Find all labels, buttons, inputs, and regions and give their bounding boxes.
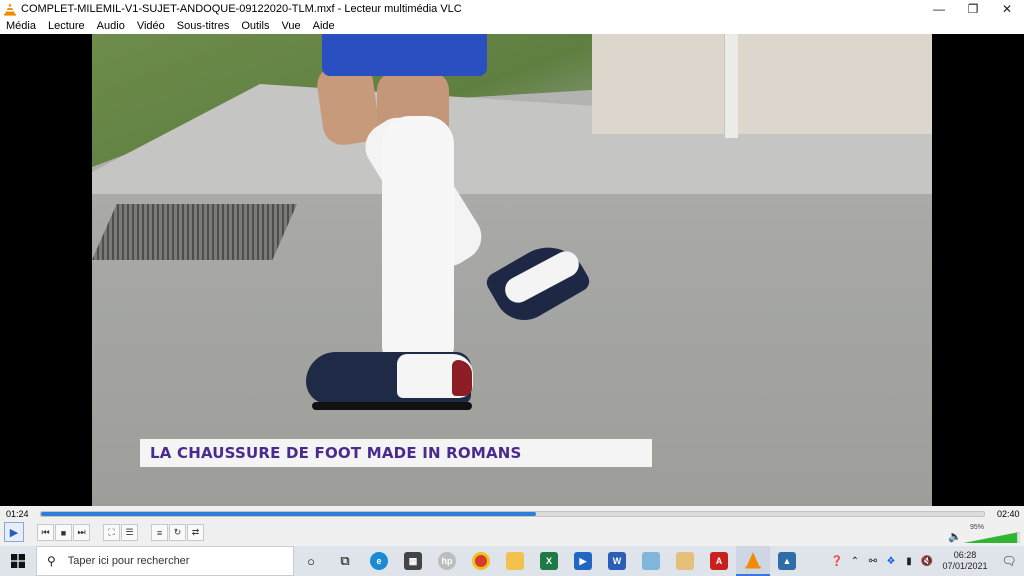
volume-percent: 95% bbox=[970, 524, 985, 531]
building-wall bbox=[592, 34, 932, 134]
seek-bar[interactable] bbox=[40, 511, 985, 517]
menu-audio[interactable]: Audio bbox=[91, 20, 131, 32]
player-controls: 01:24 02:40 ▶ ⏮ ■ ⏭ ⛶ ☰ ≡ ↻ ⇄ 🔈 95% bbox=[0, 506, 1024, 546]
menu-video[interactable]: Vidéo bbox=[131, 20, 171, 32]
shuffle-icon[interactable]: ⇄ bbox=[187, 524, 204, 541]
restore-icon[interactable]: ❐ bbox=[956, 0, 990, 17]
chevron-up-icon[interactable]: ⌃ bbox=[846, 556, 864, 567]
boot-sole bbox=[312, 402, 472, 410]
elapsed-time: 01:24 bbox=[6, 509, 29, 519]
acrobat-icon[interactable]: A bbox=[702, 546, 736, 576]
volume-slider[interactable] bbox=[964, 532, 1020, 543]
previous-icon[interactable]: ⏮ bbox=[37, 524, 54, 541]
windows-start-icon[interactable] bbox=[0, 546, 36, 576]
blue-shorts bbox=[322, 34, 487, 76]
menu-vue[interactable]: Vue bbox=[275, 20, 306, 32]
clock-date: 07/01/2021 bbox=[942, 561, 988, 571]
total-time: 02:40 bbox=[997, 509, 1020, 519]
hp-icon[interactable]: hp bbox=[430, 546, 464, 576]
play-icon[interactable]: ▶ bbox=[4, 522, 24, 542]
drain-grate bbox=[92, 204, 297, 260]
menu-sous-titres[interactable]: Sous-titres bbox=[171, 20, 236, 32]
help-icon[interactable]: ❓ bbox=[828, 556, 846, 567]
menu-outils[interactable]: Outils bbox=[235, 20, 275, 32]
vlc-taskbar-icon[interactable] bbox=[736, 546, 770, 576]
edge-icon[interactable]: e bbox=[362, 546, 396, 576]
cortana-icon[interactable]: ○ bbox=[294, 546, 328, 576]
menu-media[interactable]: Média bbox=[0, 20, 42, 32]
system-tray: ❓ ⌃ ⚯ ❖ ▮ 🔇 06:28 07/01/2021 🗨 bbox=[828, 546, 1024, 576]
caption-text: LA CHAUSSURE DE FOOT MADE IN ROMANS bbox=[150, 444, 522, 462]
next-icon[interactable]: ⏭ bbox=[73, 524, 90, 541]
vlc-cone-icon bbox=[4, 2, 16, 16]
window-title: COMPLET-MILEMIL-V1-SUJET-ANDOQUE-0912202… bbox=[21, 2, 462, 15]
title-bar: COMPLET-MILEMIL-V1-SUJET-ANDOQUE-0912202… bbox=[0, 0, 1024, 17]
store-icon[interactable]: ▦ bbox=[396, 546, 430, 576]
control-buttons: ▶ ⏮ ■ ⏭ ⛶ ☰ ≡ ↻ ⇄ 🔈 95% bbox=[0, 522, 1024, 544]
notification-icon[interactable]: 🗨 bbox=[994, 554, 1024, 568]
paint-icon[interactable] bbox=[668, 546, 702, 576]
close-icon[interactable]: ✕ bbox=[990, 0, 1024, 17]
taskbar-search-box[interactable]: ⚲ Taper ici pour rechercher bbox=[36, 546, 294, 576]
search-placeholder: Taper ici pour rechercher bbox=[67, 555, 190, 567]
taskbar-clock[interactable]: 06:28 07/01/2021 bbox=[936, 550, 994, 572]
video-frame bbox=[92, 34, 932, 506]
taskbar: ⚲ Taper ici pour rechercher ○ ⧉ e ▦ hp X… bbox=[0, 546, 1024, 576]
dropbox-icon[interactable]: ❖ bbox=[882, 556, 900, 567]
menu-lecture[interactable]: Lecture bbox=[42, 20, 91, 32]
chrome-icon[interactable] bbox=[464, 546, 498, 576]
photos-icon[interactable]: ▲ bbox=[770, 546, 804, 576]
seek-bar-fill bbox=[41, 512, 537, 516]
search-icon: ⚲ bbox=[47, 554, 56, 568]
volume-tray-icon[interactable]: 🔇 bbox=[918, 556, 936, 567]
stop-icon[interactable]: ■ bbox=[55, 524, 72, 541]
extended-settings-icon[interactable]: ☰ bbox=[121, 524, 138, 541]
battery-icon[interactable]: ▮ bbox=[900, 556, 918, 567]
minimize-icon[interactable]: — bbox=[922, 0, 956, 17]
wifi-icon[interactable]: ⚯ bbox=[864, 556, 882, 567]
excel-icon[interactable]: X bbox=[532, 546, 566, 576]
app-icon[interactable] bbox=[634, 546, 668, 576]
drain-pipe bbox=[724, 34, 738, 138]
media-player-icon[interactable]: ▶ bbox=[566, 546, 600, 576]
speaker-icon[interactable]: 🔈 bbox=[948, 530, 962, 543]
clock-time: 06:28 bbox=[953, 550, 977, 560]
menu-bar: Média Lecture Audio Vidéo Sous-titres Ou… bbox=[0, 17, 1024, 34]
fullscreen-icon[interactable]: ⛶ bbox=[103, 524, 120, 541]
menu-aide[interactable]: Aide bbox=[307, 20, 341, 32]
loop-icon[interactable]: ↻ bbox=[169, 524, 186, 541]
file-explorer-icon[interactable] bbox=[498, 546, 532, 576]
video-area[interactable]: LA CHAUSSURE DE FOOT MADE IN ROMANS bbox=[0, 34, 1024, 506]
word-icon[interactable]: W bbox=[600, 546, 634, 576]
front-sock bbox=[382, 116, 454, 366]
playlist-icon[interactable]: ≡ bbox=[151, 524, 168, 541]
front-boot-red-heel bbox=[452, 360, 472, 396]
task-view-icon[interactable]: ⧉ bbox=[328, 546, 362, 576]
video-caption: LA CHAUSSURE DE FOOT MADE IN ROMANS bbox=[140, 439, 652, 467]
